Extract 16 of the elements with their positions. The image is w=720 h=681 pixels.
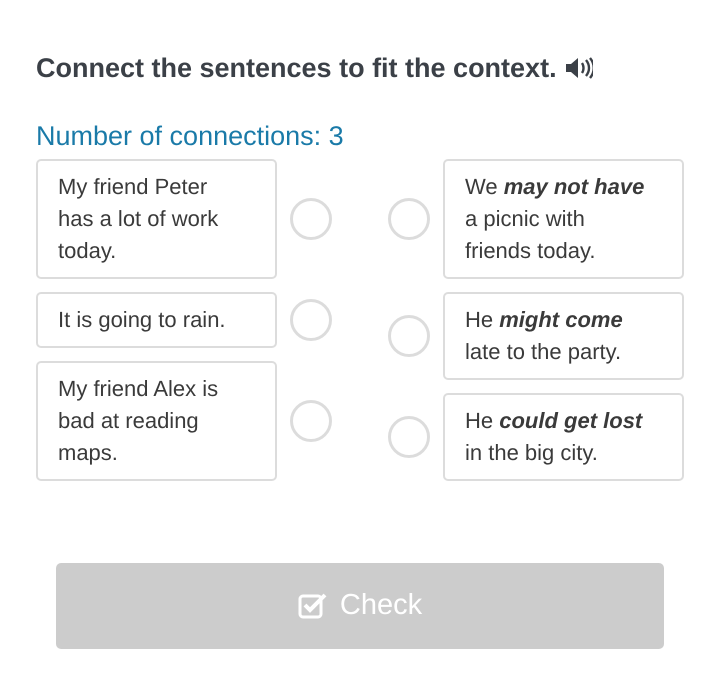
connection-point[interactable] [290, 198, 332, 240]
connection-point[interactable] [388, 198, 430, 240]
sentence-card[interactable]: He could get lost in the big city. [443, 392, 684, 481]
connection-point[interactable] [290, 298, 332, 341]
sentence-card[interactable]: My friend Alex is bad at reading maps. [36, 360, 277, 481]
sentence-card[interactable]: My friend Peter has a lot of work today. [36, 158, 277, 279]
connection-point[interactable] [290, 400, 332, 442]
connection-point[interactable] [388, 314, 430, 357]
sentence-card[interactable]: He might come late to the party. [443, 292, 684, 380]
question-title: Connect the sentences to fit the context. [36, 52, 557, 84]
checkbox-icon [298, 592, 328, 620]
speaker-icon[interactable] [564, 56, 593, 80]
sentence-card[interactable]: We may not have a picnic with friends today. [443, 158, 684, 279]
sentence-card[interactable]: It is going to rain. [36, 292, 277, 348]
connections-count: Number of connections: 3 [36, 120, 345, 154]
connection-point[interactable] [388, 416, 430, 458]
